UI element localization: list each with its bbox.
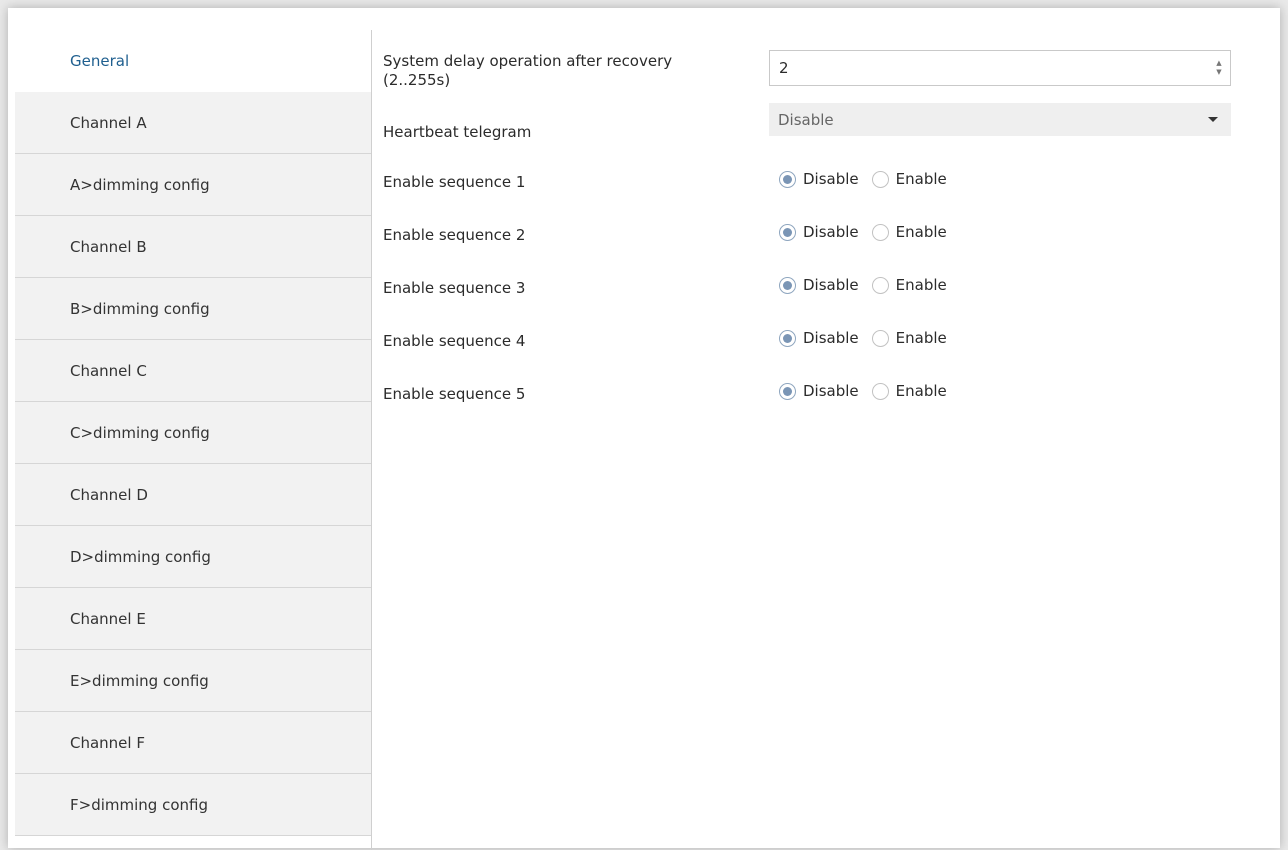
sidebar-item-label: E>dimming config <box>70 671 209 690</box>
sequence-5-disable-radio[interactable] <box>779 382 796 400</box>
spin-arrows[interactable]: ▲ ▼ <box>1208 59 1230 77</box>
sequence-4-enable-radio[interactable] <box>871 329 889 347</box>
sidebar-item-channel-a[interactable]: Channel A <box>15 92 371 154</box>
sequence-4-label: Enable sequence 4 <box>383 332 526 350</box>
delay-label: System delay operation after recovery (2… <box>383 52 672 90</box>
sidebar-item-channel-f[interactable]: Channel F <box>15 712 371 774</box>
sequence-3-enable-radio[interactable] <box>871 276 889 294</box>
sequence-2-label: Enable sequence 2 <box>383 226 526 244</box>
sequence-1-disable-radio[interactable] <box>779 170 796 188</box>
radio-label-enable: Enable <box>895 276 947 294</box>
sidebar-item-label: Channel E <box>70 609 146 628</box>
sidebar-item-general[interactable]: General <box>15 30 371 92</box>
radio-label-disable: Disable <box>803 276 859 294</box>
sequence-5-radio-group: Disable Enable <box>779 380 960 402</box>
radio-label-enable: Enable <box>895 223 947 241</box>
heartbeat-select[interactable]: Disable <box>769 103 1231 136</box>
sidebar-item-label: Channel C <box>70 361 147 380</box>
sidebar-item-channel-c[interactable]: Channel C <box>15 340 371 402</box>
delay-label-line2: (2..255s) <box>383 71 451 89</box>
sidebar-item-label: Channel F <box>70 733 145 752</box>
sidebar-item-label: F>dimming config <box>70 795 208 814</box>
sidebar-item-f-dimming-config[interactable]: F>dimming config <box>15 774 371 836</box>
delay-label-line1: System delay operation after recovery <box>383 52 673 70</box>
sequence-2-disable-radio[interactable] <box>779 223 796 241</box>
sequence-1-radio-group: Disable Enable <box>779 168 960 190</box>
heartbeat-value: Disable <box>778 110 834 129</box>
radio-label-enable: Enable <box>895 170 947 188</box>
sidebar-item-label: Channel B <box>70 237 147 256</box>
sequence-5-enable-radio[interactable] <box>871 382 889 400</box>
sequence-4-radio-group: Disable Enable <box>779 327 960 349</box>
delay-spinbox[interactable]: 2 ▲ ▼ <box>769 50 1231 86</box>
chevron-down-icon <box>1208 117 1218 122</box>
sequence-1-enable-radio[interactable] <box>871 170 889 188</box>
sidebar-item-label: Channel D <box>70 485 148 504</box>
sequence-3-label: Enable sequence 3 <box>383 279 526 297</box>
sequence-3-disable-radio[interactable] <box>779 276 796 294</box>
radio-label-disable: Disable <box>803 170 859 188</box>
sequence-2-enable-radio[interactable] <box>871 223 889 241</box>
sequence-4-disable-radio[interactable] <box>779 329 796 347</box>
radio-label-disable: Disable <box>803 223 859 241</box>
sequence-2-radio-group: Disable Enable <box>779 221 960 243</box>
sidebar-item-a-dimming-config[interactable]: A>dimming config <box>15 154 371 216</box>
delay-value[interactable]: 2 <box>770 59 1208 77</box>
sidebar-item-label: C>dimming config <box>70 423 210 442</box>
sidebar-item-label: General <box>70 52 130 70</box>
settings-window: General Channel A A>dimming config Chann… <box>8 8 1280 850</box>
radio-label-enable: Enable <box>895 329 947 347</box>
sidebar-item-d-dimming-config[interactable]: D>dimming config <box>15 526 371 588</box>
radio-label-disable: Disable <box>803 382 859 400</box>
sequence-1-label: Enable sequence 1 <box>383 173 526 191</box>
radio-label-enable: Enable <box>895 382 947 400</box>
sidebar: General Channel A A>dimming config Chann… <box>15 30 372 850</box>
sequence-3-radio-group: Disable Enable <box>779 274 960 296</box>
sidebar-item-channel-b[interactable]: Channel B <box>15 216 371 278</box>
parameter-panel: System delay operation after recovery (2… <box>383 30 1240 848</box>
sidebar-item-e-dimming-config[interactable]: E>dimming config <box>15 650 371 712</box>
heartbeat-label: Heartbeat telegram <box>383 123 532 141</box>
sidebar-item-label: A>dimming config <box>70 175 210 194</box>
arrow-down-icon[interactable]: ▼ <box>1216 68 1221 77</box>
sidebar-item-b-dimming-config[interactable]: B>dimming config <box>15 278 371 340</box>
sidebar-item-c-dimming-config[interactable]: C>dimming config <box>15 402 371 464</box>
sidebar-item-label: D>dimming config <box>70 547 211 566</box>
sequence-5-label: Enable sequence 5 <box>383 385 526 403</box>
sidebar-item-label: Channel A <box>70 113 147 132</box>
arrow-up-icon[interactable]: ▲ <box>1216 59 1221 68</box>
sidebar-item-label: B>dimming config <box>70 299 210 318</box>
radio-label-disable: Disable <box>803 329 859 347</box>
sidebar-item-channel-d[interactable]: Channel D <box>15 464 371 526</box>
sidebar-item-channel-e[interactable]: Channel E <box>15 588 371 650</box>
